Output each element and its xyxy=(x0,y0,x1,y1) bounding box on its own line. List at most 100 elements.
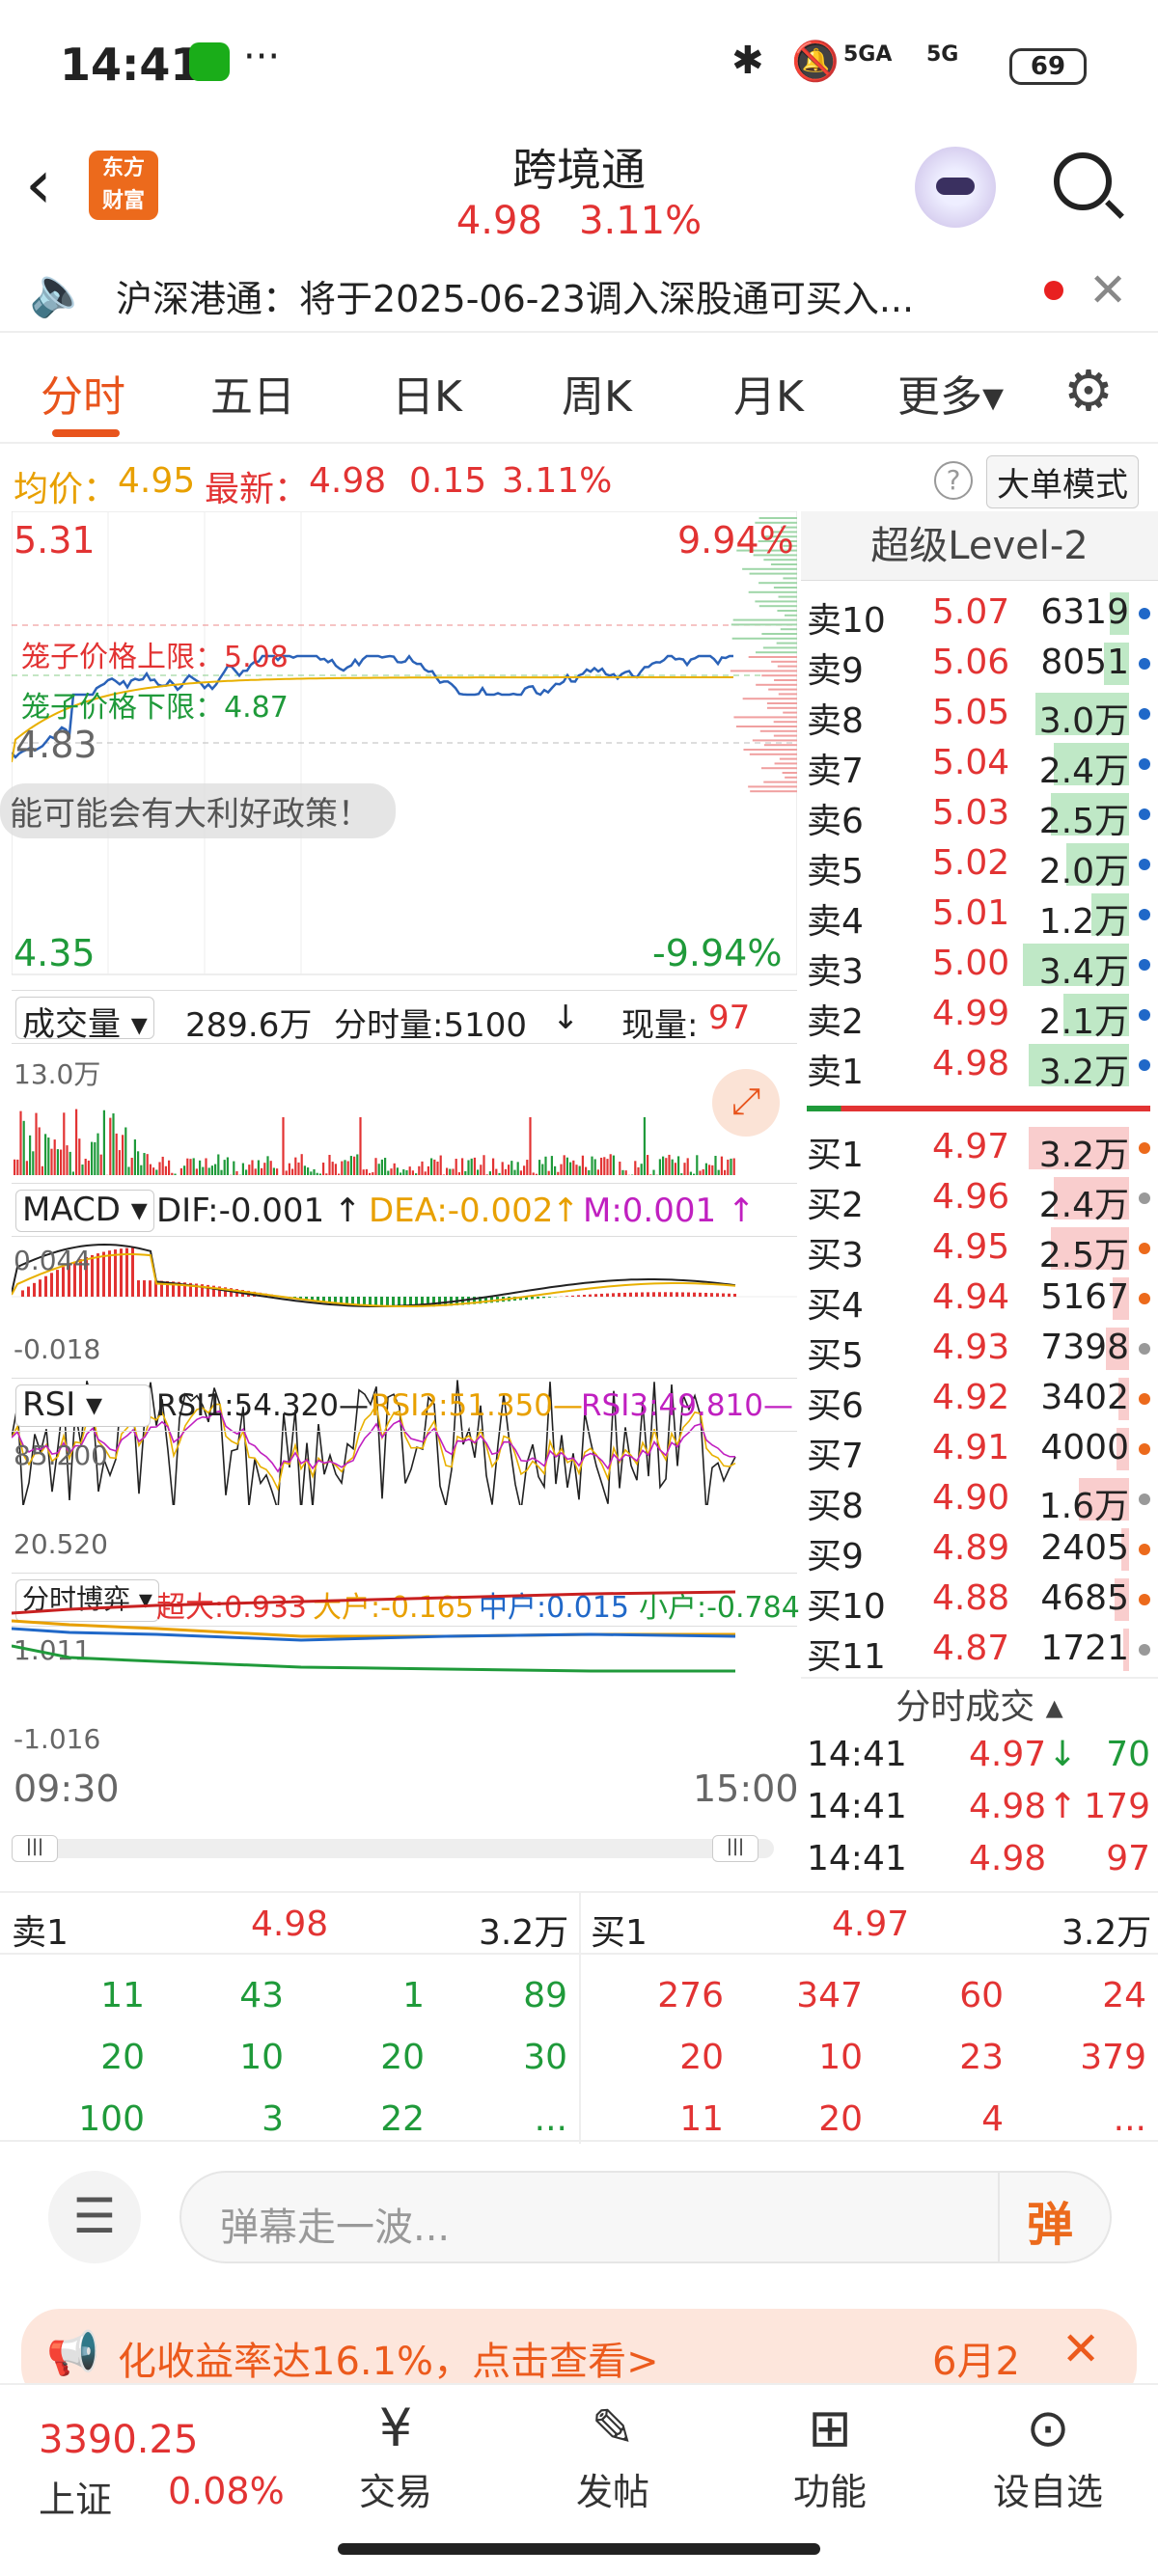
volume-bar xyxy=(63,1112,66,1175)
ask-row[interactable]: 卖4 5.01 1.2万 xyxy=(807,890,1154,942)
macd-bar xyxy=(27,1286,30,1297)
tab-fenshi[interactable]: 分时 xyxy=(41,362,125,424)
cage-lower-label: 笼子价格下限：4.87 xyxy=(21,691,289,725)
depth-bar xyxy=(773,734,797,737)
tab-rik[interactable]: 日K xyxy=(392,362,462,424)
tab-wuri[interactable]: 五日 xyxy=(210,362,295,424)
tab-yuek[interactable]: 月K xyxy=(733,362,804,424)
timeline-scrollbar[interactable]: ||| ||| xyxy=(12,1835,774,1862)
depth-bar xyxy=(777,665,797,668)
volume-bar xyxy=(461,1158,464,1175)
settings-icon[interactable]: ⚙ xyxy=(1063,358,1114,424)
ask-bid-divider xyxy=(807,1106,1150,1111)
bid-row[interactable]: 买9 4.89 2405 xyxy=(807,1524,1154,1576)
volume-bar xyxy=(87,1160,90,1175)
bid-row[interactable]: 买1 4.97 3.2万 xyxy=(807,1123,1154,1175)
sell-queue-cell: 10 xyxy=(239,2038,284,2077)
ask-row[interactable]: 卖6 5.03 2.5万 xyxy=(807,789,1154,841)
volume-bar xyxy=(257,1160,260,1175)
bid-row[interactable]: 买6 4.92 3402 xyxy=(807,1374,1154,1426)
macd-bar xyxy=(704,1292,707,1297)
bid-row[interactable]: 买4 4.94 5167 xyxy=(807,1274,1154,1326)
buy-queue-cell: ... xyxy=(1113,2099,1146,2139)
volume-bar xyxy=(575,1165,578,1175)
level-price: 5.01 xyxy=(932,893,1010,933)
volume-bar xyxy=(477,1169,480,1175)
notice-text: 沪深港通：将于2025-06-23调入深股通可买入... xyxy=(116,278,915,320)
avg-value: 4.95 xyxy=(118,461,196,501)
level-label: 卖6 xyxy=(807,802,864,841)
level-volume: 1.2万 xyxy=(1038,902,1129,942)
macd-bar xyxy=(699,1292,702,1297)
ask-row[interactable]: 卖3 5.00 3.4万 xyxy=(807,940,1154,992)
macd-bar xyxy=(44,1275,47,1297)
ask-row[interactable]: 卖5 5.02 2.0万 xyxy=(807,839,1154,891)
sell-queue-cell: ... xyxy=(534,2099,567,2139)
danmu-input[interactable]: 弹幕走一波... 弹 xyxy=(179,2171,1112,2263)
promo-close-icon[interactable]: ✕ xyxy=(1062,2322,1100,2376)
ask-row[interactable]: 卖8 5.05 3.0万 xyxy=(807,689,1154,741)
depth-bar xyxy=(780,628,797,631)
search-icon[interactable] xyxy=(1054,152,1124,219)
index-widget[interactable]: 3390.25 上证 0.08% xyxy=(29,2385,285,2521)
volume-bar xyxy=(353,1156,356,1175)
depth-bar xyxy=(748,785,797,788)
ask-row[interactable]: 卖2 4.99 2.1万 xyxy=(807,990,1154,1042)
volume-ymax: 13.0万 xyxy=(14,1058,101,1090)
expand-icon[interactable]: ⤢ xyxy=(712,1069,780,1137)
tab-zhouk[interactable]: 周K xyxy=(562,362,632,424)
nav-func[interactable]: ⊞ 功能 xyxy=(762,2395,897,2515)
volume-bar xyxy=(29,1135,32,1175)
volume-dropdown[interactable]: 成交量 ▾ xyxy=(15,997,154,1044)
rsi-dropdown[interactable]: RSI ▾ xyxy=(15,1384,151,1427)
danmu-list-icon[interactable]: ☰ xyxy=(48,2171,141,2263)
macd-bar xyxy=(733,1293,736,1297)
volume-bar xyxy=(38,1127,41,1175)
danmu-send-button[interactable]: 弹 xyxy=(1027,2186,1073,2254)
nav-post[interactable]: ✎ 发帖 xyxy=(545,2395,680,2515)
danmu-placeholder: 弹幕走一波... xyxy=(220,2206,451,2250)
tab-more[interactable]: 更多▾ xyxy=(897,362,1004,424)
notice-bar[interactable]: 🔈 沪深港通：将于2025-06-23调入深股通可买入... ✕ xyxy=(0,256,1158,333)
level2-title[interactable]: 超级Level-2 xyxy=(801,511,1158,581)
volume-bar xyxy=(643,1117,646,1175)
macd-bar xyxy=(681,1292,684,1297)
bid-row[interactable]: 买7 4.91 4000 xyxy=(807,1424,1154,1476)
volume-bar xyxy=(649,1174,652,1175)
trades-title[interactable]: 分时成交 ▴ xyxy=(801,1679,1158,1729)
macd-dropdown[interactable]: MACD ▾ xyxy=(15,1190,154,1232)
nav-watch[interactable]: ⊙ 设自选 xyxy=(980,2395,1116,2515)
bid-row[interactable]: 买5 4.93 7398 xyxy=(807,1324,1154,1376)
help-icon[interactable]: ? xyxy=(934,461,973,500)
scroll-handle-right[interactable]: ||| xyxy=(712,1835,758,1862)
back-icon[interactable]: ‹ xyxy=(25,145,52,224)
volume-bar xyxy=(164,1165,167,1175)
bid-row[interactable]: 买2 4.96 2.4万 xyxy=(807,1173,1154,1225)
ai-robot-icon[interactable] xyxy=(915,147,996,228)
volume-bar xyxy=(591,1156,593,1175)
scroll-handle-left[interactable]: ||| xyxy=(12,1835,58,1862)
ask-row[interactable]: 卖9 5.06 8051 xyxy=(807,639,1154,691)
ask-row[interactable]: 卖7 5.04 2.4万 xyxy=(807,739,1154,791)
trade-price: 4.97 xyxy=(969,1735,1047,1774)
level-label: 买8 xyxy=(807,1487,864,1526)
volume-bar xyxy=(192,1158,195,1175)
macd-bar xyxy=(108,1250,111,1297)
ask-row[interactable]: 卖1 4.98 3.2万 xyxy=(807,1040,1154,1092)
close-icon[interactable]: ✕ xyxy=(1089,263,1127,317)
volume-bar xyxy=(550,1156,553,1175)
volume-bar xyxy=(702,1168,704,1175)
bid-row[interactable]: 买8 4.90 1.6万 xyxy=(807,1474,1154,1526)
volume-bar xyxy=(66,1145,69,1175)
rsi1-value: RSI1:54.320— xyxy=(156,1388,369,1423)
eastmoney-logo: 东方 财富 xyxy=(89,151,158,220)
bid-row[interactable]: 买3 4.95 2.5万 xyxy=(807,1223,1154,1275)
volume-bar xyxy=(16,1159,19,1175)
ask-row[interactable]: 卖10 5.07 6319 xyxy=(807,589,1154,641)
bid-row[interactable]: 买11 4.87 1721 xyxy=(807,1625,1154,1677)
level-label: 买11 xyxy=(807,1637,886,1677)
nav-trade[interactable]: ¥ 交易 xyxy=(328,2395,463,2515)
bigorder-mode-button[interactable]: 大单模式 xyxy=(986,455,1139,508)
bid-row[interactable]: 买10 4.88 4685 xyxy=(807,1575,1154,1627)
volume-bar xyxy=(53,1139,56,1175)
